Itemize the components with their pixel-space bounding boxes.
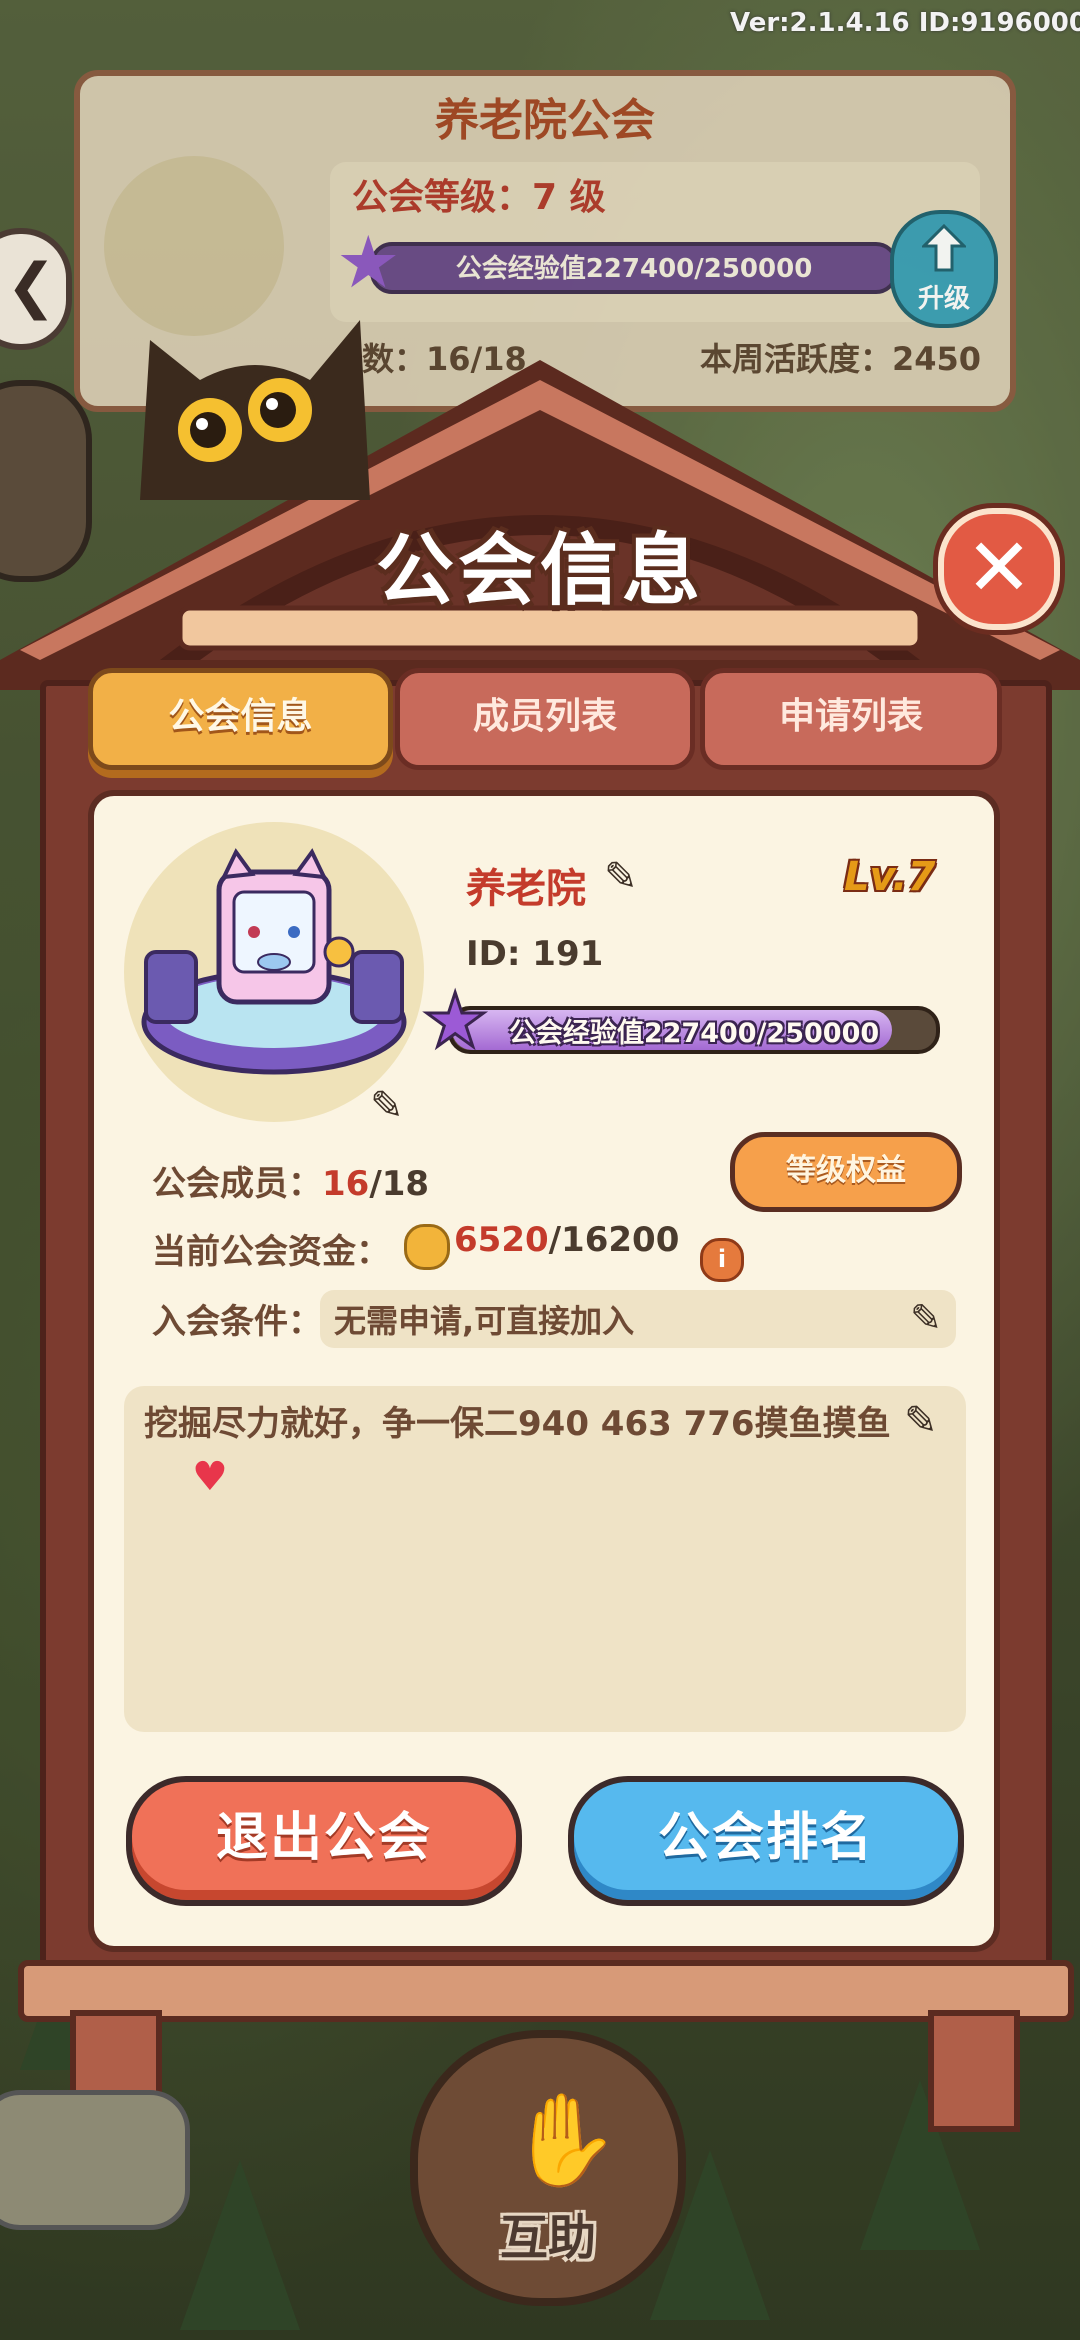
- guild-summary-title: 养老院公会: [435, 95, 655, 146]
- left-bottom-button[interactable]: [0, 2090, 190, 2230]
- guild-notice-box: 挖掘尽力就好，争一保二940 463 776摸鱼摸鱼 ♥ ✎: [124, 1386, 966, 1732]
- funds-current: 6520: [454, 1220, 549, 1260]
- guild-summary-exp-bar: 公会经验值227400/250000: [370, 242, 898, 294]
- tab-member-list[interactable]: 成员列表: [395, 668, 695, 770]
- guild-summary-exp-text: 公会经验值227400/250000: [455, 254, 813, 284]
- upgrade-button[interactable]: 升级: [890, 210, 998, 328]
- version-text: Ver:2.1.4.16 ID:91960009: [730, 8, 1080, 38]
- exp-progress-bar: 公会经验值227400/250000: [448, 1006, 940, 1054]
- edit-avatar-icon[interactable]: ✎: [370, 1086, 404, 1126]
- funds-label: 当前公会资金：: [152, 1232, 390, 1272]
- guild-id: ID: 191: [466, 934, 604, 974]
- exp-progress-text: 公会经验值227400/250000: [508, 1018, 880, 1049]
- info-icon[interactable]: i: [700, 1238, 744, 1282]
- guild-notice-text: 挖掘尽力就好，争一保二940 463 776摸鱼摸鱼: [144, 1404, 891, 1444]
- join-condition-label: 入会条件：: [152, 1302, 322, 1342]
- up-arrow-icon: [922, 224, 966, 272]
- back-arrow-icon: ❮: [6, 251, 57, 321]
- level-badge: Lv.7: [844, 854, 936, 900]
- members-label: 公会成员：: [152, 1164, 322, 1204]
- mutual-help-button[interactable]: ✋ 互助: [410, 2030, 686, 2306]
- quit-guild-button[interactable]: 退出公会: [126, 1776, 522, 1906]
- guild-emblem-icon: [141, 848, 407, 1075]
- guild-info-panel: ✎ 养老院 ✎ Lv.7 ID: 191 公会经验值227400/250000 …: [88, 790, 1000, 1952]
- join-condition-field[interactable]: 无需申请,可直接加入 ✎: [320, 1290, 956, 1348]
- dialog-title: 公会信息: [375, 526, 704, 616]
- edit-condition-icon[interactable]: ✎: [910, 1296, 942, 1340]
- cat-mascot: [140, 320, 370, 500]
- members-max: /18: [369, 1164, 430, 1204]
- heart-icon: ♥: [192, 1454, 228, 1500]
- join-condition-value: 无需申请,可直接加入: [334, 1302, 635, 1340]
- upgrade-label: 升级: [917, 284, 970, 314]
- board-bottom-beam: [18, 1960, 1074, 2022]
- coin-icon: [404, 1224, 450, 1270]
- tree-decoration: [180, 2160, 300, 2330]
- mutual-help-label: 互助: [499, 2210, 596, 2266]
- edit-notice-icon[interactable]: ✎: [904, 1398, 938, 1444]
- funds-max: /16200: [548, 1220, 680, 1260]
- tab-application-list[interactable]: 申请列表: [700, 668, 1002, 770]
- members-row: 公会成员：16/18: [152, 1156, 429, 1205]
- star-icon: ★: [336, 220, 401, 304]
- guild-summary-info: 公会等级：7 级 公会经验值227400/250000 ★ 升级: [330, 162, 998, 328]
- funds-value: 6520/16200: [454, 1220, 679, 1260]
- funds-row: 当前公会资金：: [152, 1224, 390, 1273]
- board-leg: [928, 2010, 1020, 2132]
- level-perks-button[interactable]: 等级权益: [730, 1132, 962, 1212]
- members-current: 16: [322, 1164, 370, 1204]
- paw-icon: ✋: [508, 2088, 621, 2193]
- close-button[interactable]: ✕: [938, 508, 1060, 630]
- guild-avatar[interactable]: [124, 822, 424, 1122]
- guild-summary-level: 公会等级：7 级: [352, 177, 606, 218]
- edit-name-icon[interactable]: ✎: [604, 854, 638, 900]
- star-icon: ★: [420, 978, 489, 1064]
- guild-ranking-button[interactable]: 公会排名: [568, 1776, 964, 1906]
- guild-name: 养老院: [466, 866, 586, 912]
- tab-guild-info[interactable]: 公会信息: [88, 668, 393, 770]
- close-icon: ✕: [965, 521, 1033, 614]
